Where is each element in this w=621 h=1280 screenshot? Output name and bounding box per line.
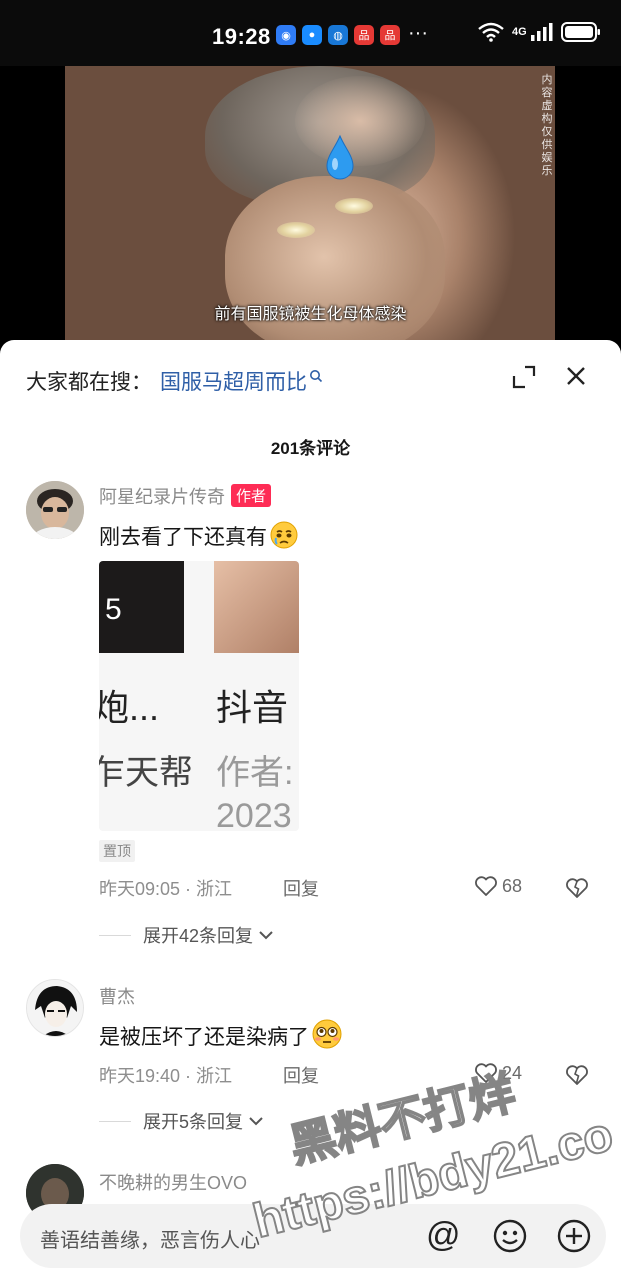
battery-icon [560, 22, 600, 42]
broken-heart-icon[interactable] [565, 1063, 589, 1087]
network-label: 4G [512, 26, 527, 38]
expand-replies-button[interactable]: 展开42条回复 [99, 922, 275, 948]
comment-text: 刚去看了下还真有 [99, 520, 299, 551]
image-text: 2023 [216, 797, 292, 831]
status-right: 4G [478, 22, 601, 42]
like-button[interactable]: 68 [474, 875, 522, 897]
comment-meta: 昨天09:05 · 浙江 [99, 879, 233, 899]
notification-icons: ◉ ● ◍ 品 品 [276, 25, 400, 45]
app-icon-red-1: 品 [354, 25, 374, 45]
search-icon [310, 370, 323, 383]
heart-icon [475, 876, 497, 896]
status-time: 19:28 [212, 24, 271, 49]
avatar-image [26, 481, 84, 539]
comment-location: 浙江 [196, 879, 233, 899]
chevron-down-icon [259, 931, 273, 940]
app-icon-blue-1: ◉ [276, 25, 296, 45]
comment-count: 201条评论 [270, 439, 351, 458]
search-prefix: 大家都在搜： [26, 371, 152, 394]
app-icon-red-2: 品 [380, 25, 400, 45]
comment-meta: 昨天19:40 · 浙江 [99, 1066, 233, 1086]
video-subtitle: 前有国服镜被生化母体感染 [214, 306, 407, 323]
comment-username[interactable]: 不晚耕的男生OVO [99, 1169, 247, 1195]
wifi-icon [478, 22, 504, 42]
comment-image[interactable]: 5 炮... 抖音 乍天帮 作者: 2023 [99, 561, 299, 831]
crying-face-emoji [270, 521, 298, 549]
image-text: 乍天帮 [99, 754, 193, 792]
signal-icon [530, 23, 553, 41]
mention-button[interactable]: @ [426, 1215, 461, 1255]
comment-username[interactable]: 曹杰 [99, 983, 135, 1009]
search-term-link[interactable]: 国服马超周而比 [160, 366, 307, 396]
avatar[interactable] [26, 979, 84, 1037]
video-player[interactable]: 内容虚构 仅供娱乐 前有国服镜被生化母体感染 [0, 66, 621, 356]
image-text: 作者: [216, 754, 294, 792]
comment-time: 昨天19:40 [99, 1066, 181, 1086]
sweat-drop-icon [326, 134, 354, 180]
comment-input-placeholder: 善语结善缘，恶言伤人心 [40, 1230, 260, 1252]
reply-button[interactable]: 回复 [283, 1062, 319, 1088]
chevron-down-icon [249, 1117, 263, 1126]
app-icon-blue-2: ● [302, 25, 322, 45]
add-icon[interactable] [556, 1218, 592, 1254]
pinned-badge: 置顶 [99, 840, 135, 862]
reply-button[interactable]: 回复 [283, 875, 319, 901]
expand-replies-button[interactable]: 展开5条回复 [99, 1108, 265, 1134]
image-text: 抖音 [216, 687, 289, 728]
comment-location: 浙江 [196, 1066, 233, 1086]
app-icon-blue-3: ◍ [328, 25, 348, 45]
avatar[interactable] [26, 481, 84, 539]
trending-search[interactable]: 大家都在搜： 国服马超周而比 [26, 366, 323, 396]
image-text: 炮... [99, 687, 160, 728]
video-side-text: 内容虚构 仅供娱乐 [541, 74, 553, 177]
status-more: ··· [408, 22, 428, 44]
comment-username[interactable]: 阿星纪录片传奇 作者 [99, 483, 272, 509]
status-bar: 19:28 ◉ ● ◍ 品 品 ··· 4G [0, 0, 621, 66]
comment-text: 是被压坏了还是染病了 [99, 1018, 343, 1051]
like-count: 68 [502, 875, 523, 896]
comment-time: 昨天09:05 [99, 879, 181, 899]
broken-heart-icon[interactable] [565, 876, 589, 900]
close-icon[interactable] [562, 362, 590, 390]
flushed-face-emoji [312, 1019, 342, 1049]
avatar-image [27, 980, 83, 1036]
expand-icon[interactable] [511, 364, 537, 390]
emoji-icon[interactable] [492, 1218, 528, 1254]
author-badge: 作者 [231, 484, 272, 507]
